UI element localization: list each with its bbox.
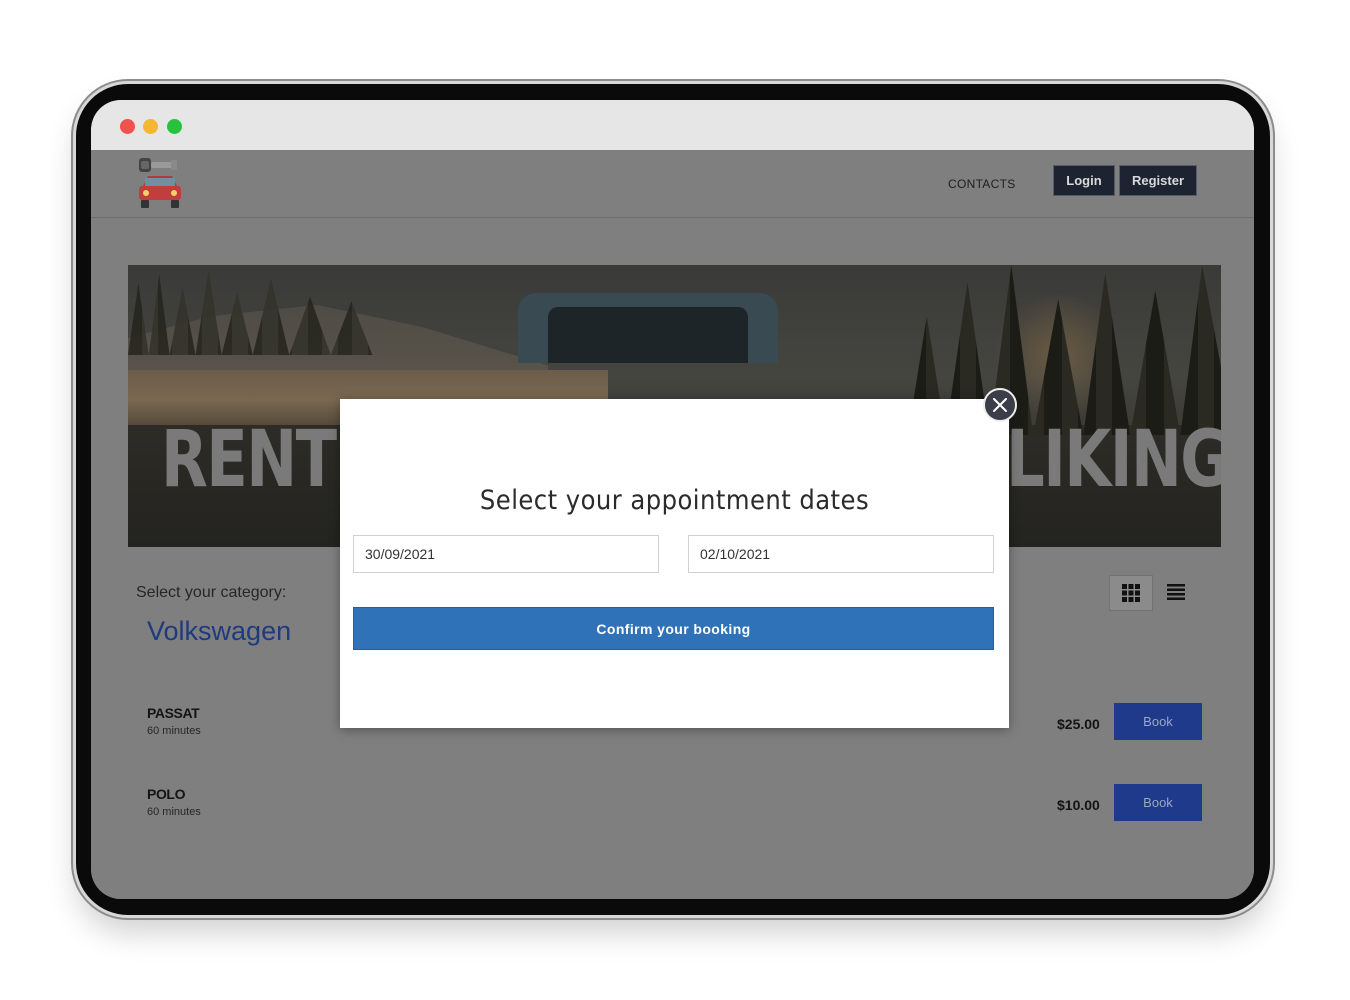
hero-trees-left [128, 269, 373, 355]
nav-contacts-link[interactable]: CONTACTS [948, 177, 1016, 191]
hero-car-windshield [548, 307, 748, 363]
service-duration: 60 minutes [147, 725, 201, 737]
browser-title-bar [91, 100, 1254, 150]
service-price: $25.00 [1057, 716, 1100, 732]
login-button[interactable]: Login [1053, 165, 1115, 196]
close-icon[interactable] [983, 388, 1017, 422]
browser-window: CONTACTS Login Register RENT A LIKING! S… [91, 100, 1254, 899]
service-name: POLO [147, 786, 186, 802]
list-view-icon[interactable] [1155, 575, 1197, 609]
close-window-icon[interactable] [120, 119, 135, 134]
confirm-booking-button[interactable]: Confirm your booking [353, 607, 994, 650]
minimize-window-icon[interactable] [143, 119, 158, 134]
list-item: PASSAT 60 minutes [147, 705, 201, 737]
hero-car [518, 293, 778, 363]
booking-dates-modal: Select your appointment dates Confirm yo… [340, 399, 1009, 728]
category-label: Select your category: [136, 584, 287, 601]
start-date-input[interactable] [353, 535, 659, 573]
site-header: CONTACTS Login Register [91, 150, 1254, 218]
book-button[interactable]: Book [1114, 784, 1202, 821]
end-date-input[interactable] [688, 535, 994, 573]
book-button[interactable]: Book [1114, 703, 1202, 740]
maximize-window-icon[interactable] [167, 119, 182, 134]
car-key-logo-icon[interactable] [135, 156, 185, 212]
modal-title: Select your appointment dates [479, 485, 870, 516]
view-toggle [1109, 575, 1195, 611]
service-duration: 60 minutes [147, 806, 201, 818]
service-price: $10.00 [1057, 797, 1100, 813]
booking-page: CONTACTS Login Register RENT A LIKING! S… [91, 150, 1254, 899]
register-button[interactable]: Register [1119, 165, 1197, 196]
list-item: POLO 60 minutes [147, 786, 201, 818]
hero-headline-right: LIKING! [1006, 415, 1221, 505]
grid-view-icon[interactable] [1109, 575, 1153, 611]
service-name: PASSAT [147, 705, 200, 721]
category-select[interactable]: Volkswagen [147, 616, 291, 647]
